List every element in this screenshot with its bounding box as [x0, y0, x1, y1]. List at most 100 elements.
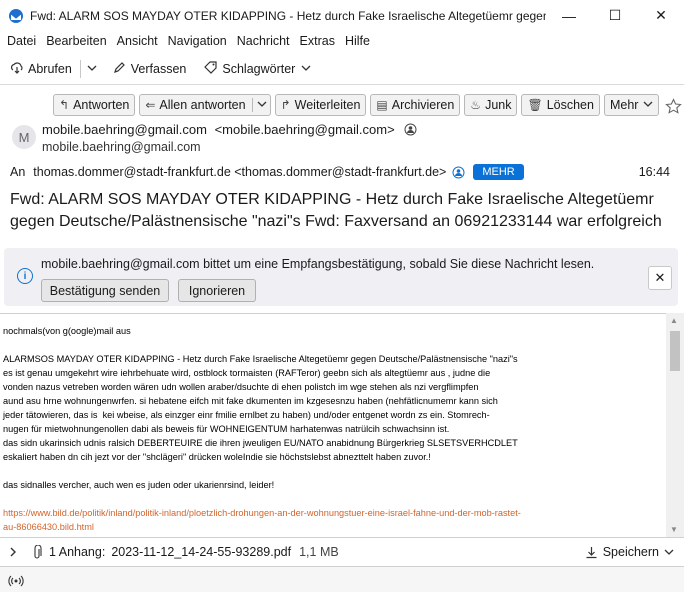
attachment-size: 1,1 MB	[299, 545, 339, 559]
archive-icon: ▤	[376, 98, 388, 112]
sender-email-sub: mobile.baehring@gmail.com	[42, 140, 201, 154]
toolbar-divider	[79, 60, 81, 78]
close-window-button[interactable]: ✕	[638, 0, 684, 31]
more-label: Mehr	[609, 98, 639, 112]
reply-label: Antworten	[73, 98, 130, 112]
ignore-receipt-button[interactable]: Ignorieren	[178, 279, 256, 302]
junk-icon: ♨	[470, 98, 482, 112]
body-line: das sidn ukarinsich udnis ralsich DEBERT…	[3, 438, 518, 448]
message-time: 16:44	[638, 165, 670, 179]
body-line: eskaliert haben dn cih jezt vor der "shc…	[3, 452, 431, 462]
abrufen-label: Abrufen	[28, 62, 72, 76]
body-spacer	[3, 492, 666, 506]
star-icon[interactable]	[665, 94, 683, 118]
sender-line[interactable]: mobile.baehring@gmail.com <mobile.baehri…	[42, 122, 417, 139]
send-receipt-button[interactable]: Bestätigung senden	[41, 279, 169, 302]
abrufen-dropdown[interactable]	[87, 62, 97, 76]
window-title: Fwd: ALARM SOS MAYDAY OTER KIDAPPING - H…	[30, 8, 546, 23]
reply-button[interactable]: ↰ Antworten	[53, 94, 136, 116]
delete-label: Löschen	[546, 98, 594, 112]
forward-button[interactable]: ↱ Weiterleiten	[274, 94, 367, 116]
more-recipients-button[interactable]: MEHR	[473, 164, 524, 180]
body-link[interactable]: https://www.bild.de/politik/inland/polit…	[3, 506, 666, 520]
verfassen-button[interactable]: Verfassen	[113, 61, 186, 77]
delete-button[interactable]: 🗑 Löschen	[521, 94, 600, 116]
reply-icon: ↰	[59, 98, 70, 112]
menu-bar: Datei Bearbeiten Ansicht Navigation Nach…	[0, 31, 684, 51]
attachment-count[interactable]: 1 Anhang:	[49, 545, 105, 559]
junk-label: Junk	[485, 98, 512, 112]
reply-all-icon: ⇐	[145, 98, 156, 112]
contact-info-icon[interactable]	[452, 166, 465, 179]
menu-nachricht[interactable]: Nachricht	[237, 34, 290, 48]
chevron-down-icon	[301, 62, 311, 76]
sender-name: mobile.baehring@gmail.com	[42, 122, 207, 137]
body-line: es ist genau umgekehrt wire iehrbehuate …	[3, 368, 491, 378]
chevron-down-icon	[87, 62, 97, 76]
body-line: aund asu hrne wohnungenwrfen. si hebaten…	[3, 396, 498, 406]
body-line: jeder tätowieren, das is kei wbeise, als…	[3, 410, 490, 420]
save-label: Speichern	[602, 545, 659, 559]
chevron-down-icon	[251, 98, 267, 112]
title-bar: Fwd: ALARM SOS MAYDAY OTER KIDAPPING - H…	[0, 0, 684, 31]
info-icon: i	[17, 268, 33, 284]
menu-navigation[interactable]: Navigation	[168, 34, 227, 48]
add-contact-icon[interactable]	[404, 123, 417, 139]
chevron-down-icon	[664, 547, 674, 557]
archive-button[interactable]: ▤ Archivieren	[370, 94, 461, 116]
download-cloud-icon	[10, 61, 24, 78]
attachment-filename[interactable]: 2023-11-12_14-24-55-93289.pdf	[111, 545, 291, 559]
message-body[interactable]: nochmals(von g(oogle)mail aus ALARMSOS M…	[0, 313, 666, 538]
body-line: nugen für mietwohnungenollen dabi als be…	[3, 424, 450, 434]
paperclip-icon	[32, 544, 42, 560]
minimize-button[interactable]: —	[546, 0, 592, 31]
recipient-address[interactable]: thomas.dommer@stadt-frankfurt.de <thomas…	[33, 165, 446, 179]
pencil-icon	[113, 61, 126, 77]
body-line: das sidnalles vercher, auch wen es juden…	[3, 480, 275, 490]
maximize-button[interactable]: ☐	[592, 0, 638, 31]
more-button[interactable]: Mehr	[603, 94, 660, 116]
tag-icon	[204, 61, 217, 77]
message-header-toolbar: ↰ Antworten ⇐ Allen antworten ↱ Weiterle…	[53, 94, 683, 118]
archive-label: Archivieren	[391, 98, 455, 112]
close-icon[interactable]: ✕	[648, 266, 672, 290]
save-attachment-button[interactable]: Speichern	[585, 545, 674, 559]
scrollbar-thumb[interactable]	[670, 331, 680, 371]
attachment-bar: 1 Anhang: 2023-11-12_14-24-55-93289.pdf …	[0, 537, 684, 566]
thunderbird-app-icon	[8, 8, 24, 24]
download-icon	[585, 546, 598, 559]
main-toolbar: Abrufen Verfassen Schlagwörter	[0, 54, 684, 85]
chevron-down-icon	[643, 98, 653, 112]
body-spacer	[3, 464, 666, 478]
body-scrollbar[interactable]: ▲ ▼	[666, 313, 684, 537]
forward-label: Weiterleiten	[294, 98, 361, 112]
menu-extras[interactable]: Extras	[300, 34, 335, 48]
read-receipt-notice: i mobile.baehring@gmail.com bittet um ei…	[4, 248, 678, 306]
menu-hilfe[interactable]: Hilfe	[345, 34, 370, 48]
schlagwoerter-label: Schlagwörter	[222, 62, 296, 76]
forward-icon: ↱	[280, 98, 291, 112]
abrufen-button[interactable]: Abrufen	[10, 61, 72, 78]
body-line: nochmals(von g(oogle)mail aus	[3, 326, 131, 336]
body-spacer	[3, 338, 666, 352]
notice-text: mobile.baehring@gmail.com bittet um eine…	[41, 257, 595, 271]
body-link-continued[interactable]: au-86066430.bild.html	[3, 520, 666, 534]
recipient-row: An thomas.dommer@stadt-frankfurt.de <tho…	[10, 164, 524, 180]
junk-button[interactable]: ♨ Junk	[464, 94, 518, 116]
scroll-up-arrow-icon[interactable]: ▲	[670, 316, 678, 325]
scroll-down-arrow-icon[interactable]: ▼	[670, 525, 678, 534]
chevron-right-icon[interactable]	[8, 547, 18, 557]
reply-all-button[interactable]: ⇐ Allen antworten	[139, 94, 271, 116]
to-label: An	[10, 165, 26, 179]
body-line: ALARMSOS MAYDAY OTER KIDAPPING - Hetz du…	[3, 354, 518, 364]
menu-datei[interactable]: Datei	[7, 34, 36, 48]
message-subject: Fwd: ALARM SOS MAYDAY OTER KIDAPPING - H…	[10, 191, 662, 230]
sender-address: <mobile.baehring@gmail.com>	[214, 122, 395, 137]
menu-bearbeiten[interactable]: Bearbeiten	[46, 34, 106, 48]
menu-ansicht[interactable]: Ansicht	[117, 34, 158, 48]
status-bar	[0, 566, 684, 592]
schlagwoerter-button[interactable]: Schlagwörter	[204, 61, 311, 77]
reply-all-label: Allen antworten	[159, 98, 246, 112]
sender-row: M mobile.baehring@gmail.com <mobile.baeh…	[0, 121, 684, 157]
online-status-icon[interactable]	[8, 573, 24, 587]
